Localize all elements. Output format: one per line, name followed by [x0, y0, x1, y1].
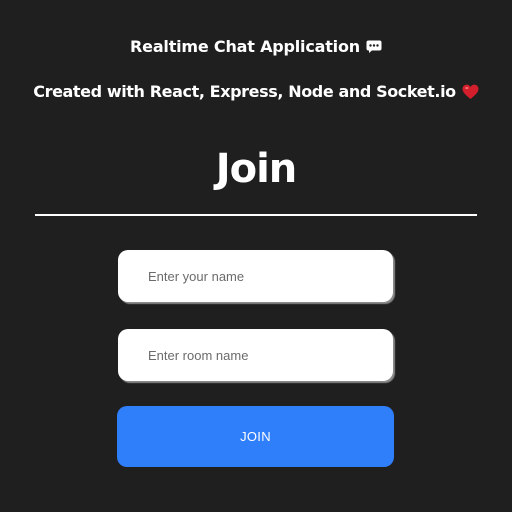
join-button[interactable]: JOIN [117, 406, 394, 467]
app-subtitle-text: Created with React, Express, Node and So… [33, 82, 456, 101]
app-title: Realtime Chat Application [0, 37, 512, 56]
join-heading: Join [215, 146, 298, 192]
join-page: Realtime Chat Application Created with R… [0, 0, 512, 512]
name-input[interactable] [118, 250, 393, 302]
app-subtitle: Created with React, Express, Node and So… [0, 82, 512, 101]
app-title-text: Realtime Chat Application [130, 37, 360, 56]
heart-icon [462, 84, 479, 100]
heading-divider [35, 214, 477, 216]
room-input[interactable] [118, 329, 393, 381]
speech-bubble-icon [366, 38, 382, 53]
